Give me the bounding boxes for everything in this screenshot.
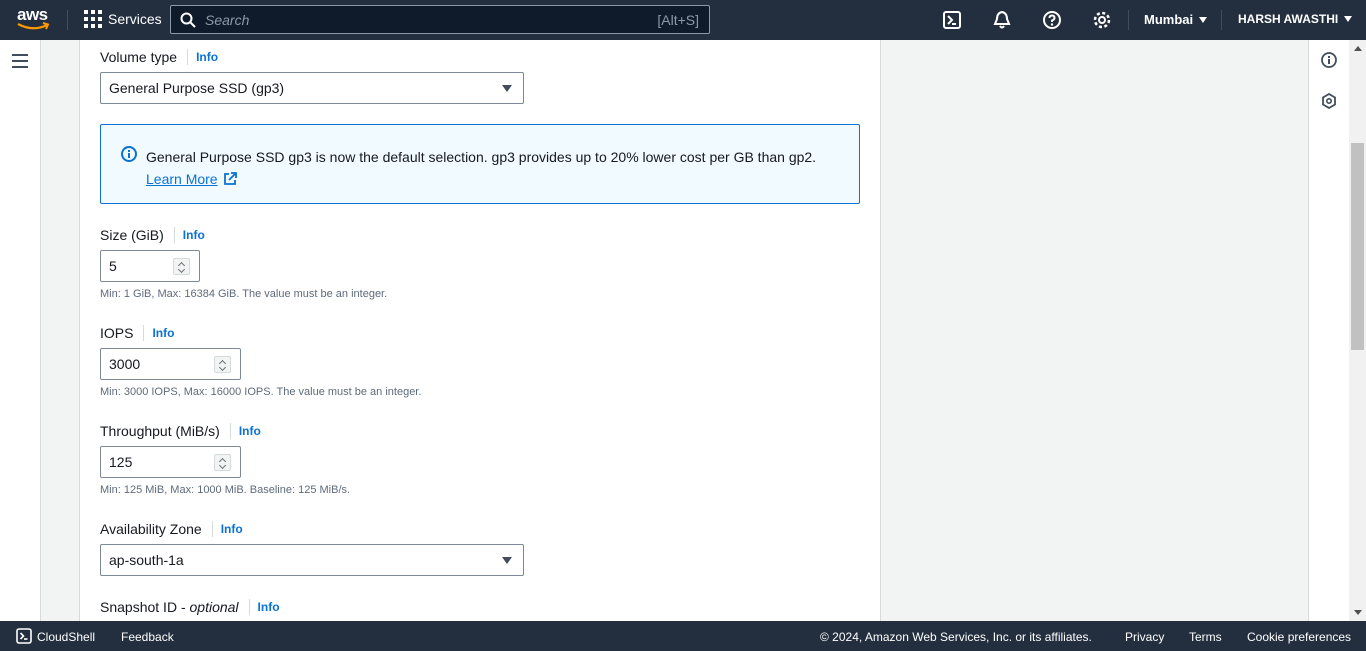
size-info-link[interactable]: Info — [183, 228, 205, 242]
hexagon-settings-icon[interactable] — [1321, 93, 1337, 109]
throughput-hint: Min: 125 MiB, Max: 1000 MiB. Baseline: 1… — [100, 484, 351, 496]
volume-type-select[interactable]: General Purpose SSD (gp3) — [100, 72, 524, 104]
snapshot-label-text: Snapshot ID - — [100, 599, 190, 615]
scrollbar-thumb[interactable] — [1351, 143, 1364, 350]
size-stepper[interactable] — [173, 258, 190, 275]
cloudshell-link[interactable]: CloudShell — [37, 630, 95, 644]
nav-divider — [1221, 10, 1222, 30]
label-divider — [173, 227, 175, 243]
scroll-up-arrow-icon[interactable] — [1354, 46, 1362, 51]
iops-label-text: IOPS — [100, 325, 134, 341]
hamburger-menu-icon[interactable] — [12, 54, 28, 68]
alert-message: General Purpose SSD gp3 is now the defau… — [146, 146, 846, 190]
search-placeholder: Search — [205, 11, 250, 28]
label-divider — [187, 49, 189, 65]
az-label: Availability Zone Info — [100, 521, 243, 537]
iops-input[interactable]: 3000 — [100, 348, 241, 380]
snapshot-optional-text: optional — [189, 599, 239, 615]
snapshot-info-link[interactable]: Info — [258, 600, 280, 614]
right-tools-rail — [1308, 40, 1349, 621]
label-divider — [143, 325, 145, 341]
caret-down-icon — [1199, 16, 1208, 23]
az-label-text: Availability Zone — [100, 521, 202, 537]
footer-bar: CloudShell Feedback © 2024, Amazon Web S… — [0, 621, 1366, 651]
az-info-link[interactable]: Info — [221, 522, 243, 536]
chevron-down-icon — [177, 265, 186, 274]
page-scrollbar[interactable] — [1349, 40, 1366, 621]
notifications-bell-icon[interactable] — [992, 10, 1012, 30]
throughput-value: 125 — [109, 454, 133, 470]
iops-value: 3000 — [109, 356, 141, 372]
help-icon[interactable] — [1042, 10, 1062, 30]
search-icon — [180, 12, 196, 28]
external-link-icon[interactable] — [223, 172, 238, 186]
cloudshell-icon[interactable] — [16, 628, 32, 644]
iops-info-link[interactable]: Info — [152, 326, 174, 340]
az-value: ap-south-1a — [109, 552, 184, 568]
size-label: Size (GiB) Info — [100, 227, 205, 243]
region-label: Mumbai — [1144, 12, 1194, 27]
feedback-link[interactable]: Feedback — [121, 630, 174, 644]
throughput-info-link[interactable]: Info — [239, 424, 261, 438]
iops-stepper[interactable] — [214, 356, 231, 373]
volume-type-info-link[interactable]: Info — [196, 50, 218, 64]
services-menu-button[interactable]: Services — [84, 10, 162, 28]
aws-logo[interactable]: aws — [17, 6, 51, 34]
settings-gear-icon[interactable] — [1092, 10, 1112, 30]
throughput-label-text: Throughput (MiB/s) — [100, 423, 220, 439]
privacy-link[interactable]: Privacy — [1125, 630, 1164, 644]
volume-type-value: General Purpose SSD (gp3) — [109, 80, 285, 96]
left-navigation-rail — [0, 40, 41, 621]
label-divider — [211, 521, 213, 537]
cookie-preferences-link[interactable]: Cookie preferences — [1247, 630, 1351, 644]
region-selector[interactable]: Mumbai — [1144, 12, 1208, 27]
caret-down-icon — [1344, 16, 1353, 22]
az-select[interactable]: ap-south-1a — [100, 544, 524, 576]
chevron-down-icon — [218, 363, 227, 372]
size-input[interactable]: 5 — [100, 250, 200, 282]
snapshot-label: Snapshot ID - optional Info — [100, 599, 280, 615]
volume-type-label-text: Volume type — [100, 49, 178, 65]
iops-hint: Min: 3000 IOPS, Max: 16000 IOPS. The val… — [100, 386, 422, 398]
copyright-text: © 2024, Amazon Web Services, Inc. or its… — [820, 630, 1092, 644]
aws-logo-text: aws — [17, 5, 48, 24]
terms-link[interactable]: Terms — [1189, 630, 1222, 644]
label-divider — [248, 599, 250, 615]
info-circle-icon — [121, 146, 137, 162]
learn-more-link[interactable]: Learn More — [146, 171, 218, 187]
aws-smile-icon — [17, 22, 50, 30]
label-divider — [229, 423, 231, 439]
throughput-label: Throughput (MiB/s) Info — [100, 423, 261, 439]
iops-label: IOPS Info — [100, 325, 174, 341]
size-value: 5 — [109, 258, 117, 274]
user-name: HARSH AWASTHI — [1238, 12, 1339, 26]
info-alert: General Purpose SSD gp3 is now the defau… — [100, 124, 860, 204]
size-label-text: Size (GiB) — [100, 227, 164, 243]
grid-icon — [84, 10, 102, 28]
nav-divider — [1128, 10, 1129, 30]
chevron-down-icon — [218, 461, 227, 470]
volume-type-label: Volume type Info — [100, 49, 218, 65]
scroll-down-arrow-icon[interactable] — [1354, 610, 1362, 615]
size-hint: Min: 1 GiB, Max: 16384 GiB. The value mu… — [100, 288, 388, 300]
search-shortcut: [Alt+S] — [657, 11, 699, 28]
services-label: Services — [108, 11, 162, 27]
throughput-stepper[interactable] — [214, 454, 231, 471]
nav-divider — [67, 10, 68, 30]
alert-text: General Purpose SSD gp3 is now the defau… — [146, 149, 817, 165]
caret-down-icon — [502, 85, 512, 92]
search-input[interactable]: Search [Alt+S] — [170, 5, 710, 34]
account-menu[interactable]: HARSH AWASTHI — [1238, 12, 1353, 26]
cloudshell-icon[interactable] — [942, 10, 962, 30]
caret-down-icon — [502, 557, 512, 564]
top-navigation: aws Services Search [Alt+S] Mumbai HARSH… — [0, 0, 1366, 40]
throughput-input[interactable]: 125 — [100, 446, 241, 478]
info-panel-icon[interactable] — [1321, 52, 1337, 68]
